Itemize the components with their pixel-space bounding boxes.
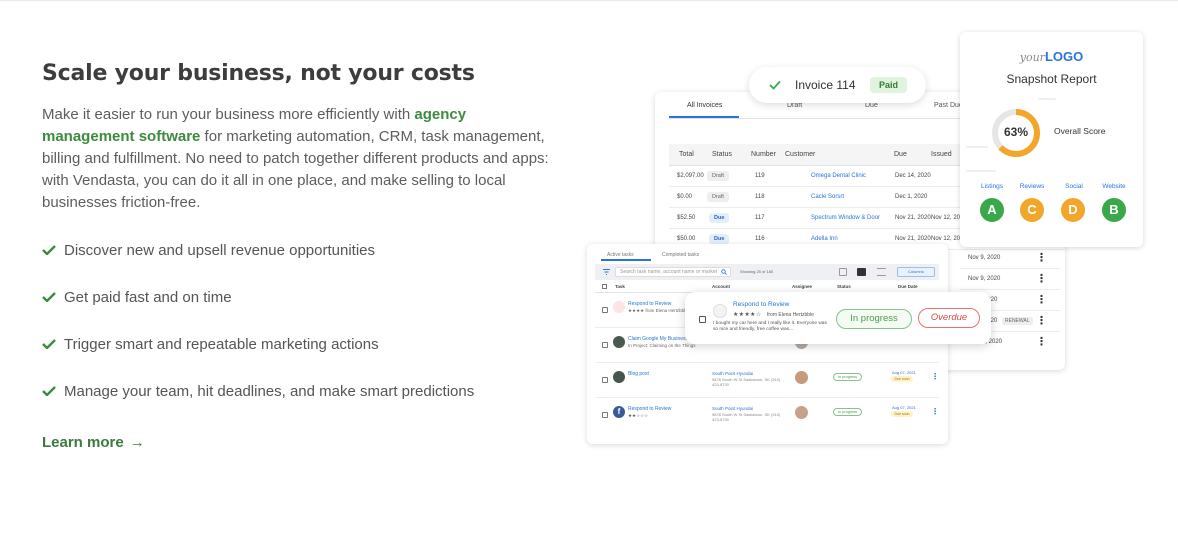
invoice-paid-badge: Invoice 114 Paid [749, 67, 926, 103]
top-divider [0, 0, 1178, 2]
tab-draft[interactable]: Draft [787, 102, 802, 109]
grade-badge-listings: A [980, 198, 1004, 222]
row-checkbox[interactable] [602, 412, 608, 418]
task-toolbar: Search task name, account name or market… [595, 264, 939, 280]
placeholder-line [966, 146, 988, 148]
benefit-item: Get paid fast and on time [42, 287, 562, 307]
rating-stars: ★★★★☆ [733, 312, 762, 318]
review-text: I bought my car here and I really like i… [713, 321, 827, 332]
check-icon [769, 80, 781, 90]
tab-due[interactable]: Due [865, 102, 878, 109]
result-count: Showing 25 of 180 [740, 269, 774, 274]
grade-label-reviews: Reviews [1019, 183, 1045, 190]
avatar [795, 406, 808, 419]
placeholder-line [966, 170, 996, 172]
row-checkbox[interactable] [602, 342, 608, 348]
benefit-item: Discover new and upsell revenue opportun… [42, 240, 562, 260]
benefit-item: Manage your team, hit deadlines, and mak… [42, 381, 562, 401]
table-row[interactable]: f Respond to Review ★★☆☆☆ South Point Hy… [595, 398, 939, 433]
invoice-label: Invoice 114 [795, 78, 856, 92]
arrow-right-icon: → [129, 434, 145, 451]
blog-icon [613, 371, 625, 383]
due-soon-badge: Due soon [891, 376, 913, 382]
tab-completed-tasks[interactable]: Completed tasks [662, 252, 699, 258]
grade-badge-social: D [1061, 198, 1085, 222]
more-vert-icon[interactable]: ⋮ [931, 372, 939, 381]
check-icon [42, 245, 56, 255]
benefit-list: Discover new and upsell revenue opportun… [42, 240, 562, 401]
tab-all-invoices[interactable]: All Invoices [687, 102, 722, 109]
check-icon [42, 339, 56, 349]
snapshot-report-card: yourLOGO Snapshot Report 63% Overall Sco… [960, 32, 1143, 247]
table-row[interactable]: Nov 9, 2020 ⋮ [960, 269, 1060, 290]
row-checkbox[interactable] [602, 307, 608, 313]
overall-score-label: Overall Score [1054, 126, 1106, 136]
grade-label-website: Website [1102, 183, 1126, 190]
search-icon[interactable] [721, 269, 727, 275]
facebook-icon: f [613, 406, 625, 418]
tab-past-due[interactable]: Past Due [934, 102, 963, 109]
more-vert-icon[interactable]: ⋮ [1036, 315, 1047, 327]
status-badge: In progress [833, 408, 862, 416]
select-all-checkbox[interactable] [602, 284, 607, 289]
columns-button[interactable]: Columns [897, 267, 935, 277]
list-view-icon[interactable] [877, 268, 886, 276]
grade-label-social: Social [1065, 183, 1083, 190]
overdue-status[interactable]: Overdue [918, 308, 980, 328]
table-row[interactable]: Blog post South Point Hyundai 9878 South… [595, 363, 939, 398]
grade-badge-reviews: C [1020, 198, 1044, 222]
row-checkbox[interactable] [602, 377, 608, 383]
more-vert-icon[interactable]: ⋮ [1036, 336, 1047, 348]
tasks-panel: Active tasks Completed tasks Search task… [587, 244, 948, 444]
status-badge: Due [709, 213, 730, 223]
grade-label-listings: Listings [980, 183, 1004, 190]
brand-logo: yourLOGO [1019, 49, 1084, 64]
status-badge: Due [709, 234, 730, 244]
due-soon-badge: Due soon [891, 411, 913, 417]
more-vert-icon[interactable]: ⋮ [1036, 252, 1047, 264]
review-author: from Elena Hertzbble [767, 312, 814, 318]
overall-score-value: 63% [1003, 125, 1029, 139]
in-progress-status[interactable]: In progress [836, 309, 912, 329]
review-icon [713, 304, 727, 318]
table-row[interactable]: Nov 9, 2020 ⋮ [960, 248, 1060, 269]
status-badge: In progress [833, 373, 862, 381]
grade-badge-website: B [1102, 198, 1126, 222]
calendar-icon[interactable] [839, 268, 847, 276]
tab-active-tasks[interactable]: Active tasks [607, 252, 634, 258]
review-task-title[interactable]: Respond to Review [733, 301, 789, 308]
paid-status-badge: Paid [870, 77, 907, 93]
board-view-icon[interactable] [857, 268, 866, 276]
page-title: Scale your business, not your costs [42, 61, 475, 86]
status-badge: Draft [707, 192, 729, 202]
row-checkbox[interactable] [699, 316, 706, 323]
review-task-popup: Respond to Review ★★★★☆ from Elena Hertz… [685, 292, 991, 344]
hero-description: Make it easier to run your business more… [42, 106, 549, 211]
more-vert-icon[interactable]: ⋮ [1036, 294, 1047, 306]
active-tab-indicator [601, 259, 651, 261]
benefit-item: Trigger smart and repeatable marketing a… [42, 334, 562, 354]
hero-copy: Scale your business, not your costs Make… [42, 58, 562, 452]
more-vert-icon[interactable]: ⋮ [931, 407, 939, 416]
check-icon [42, 292, 56, 302]
snapshot-title: Snapshot Report [1006, 72, 1097, 86]
status-badge: Draft [707, 171, 729, 181]
review-icon [613, 301, 625, 313]
learn-more-link[interactable]: Learn more → [42, 434, 145, 451]
check-icon [42, 386, 56, 396]
avatar [795, 371, 808, 384]
renewal-badge: RENEWAL [1002, 317, 1033, 325]
placeholder-line [1038, 98, 1056, 100]
task-search-input[interactable]: Search task name, account name or market [615, 267, 731, 277]
google-business-icon [613, 336, 625, 348]
more-vert-icon[interactable]: ⋮ [1036, 273, 1047, 285]
filter-icon[interactable] [603, 269, 610, 275]
